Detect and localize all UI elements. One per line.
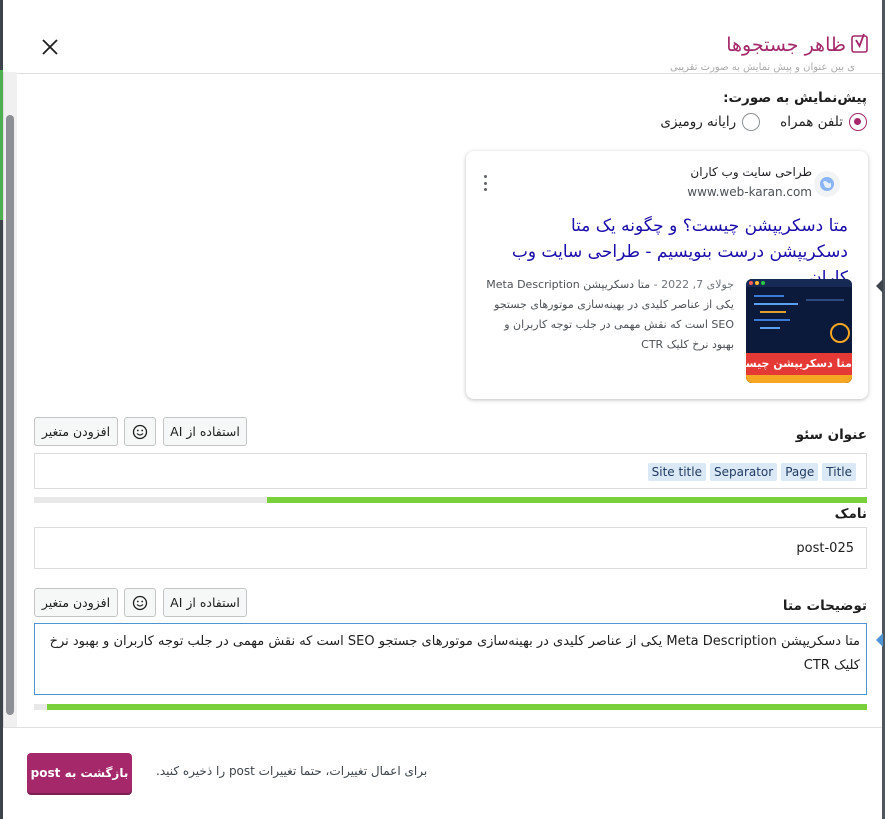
meta-description-progress-bar bbox=[34, 704, 867, 710]
meta-description-add-variable-button[interactable]: افزودن متغیر bbox=[34, 588, 118, 617]
meta-focus-arrow bbox=[876, 633, 883, 647]
faded-hint-text: ی بین عنوان و پیش نمایش به صورت تقریبی bbox=[669, 62, 855, 73]
radio-mobile-label[interactable]: تلفن همراه bbox=[780, 114, 843, 130]
yoast-logo-icon bbox=[851, 33, 868, 53]
meta-description-value: متا دسکریپشن Meta Description یکی از عنا… bbox=[49, 634, 860, 673]
slug-value: post-025 bbox=[796, 541, 854, 556]
radio-desktop-button[interactable] bbox=[742, 113, 761, 131]
return-to-post-button[interactable]: بازگشت به post bbox=[27, 753, 132, 793]
meta-description-use-ai-button[interactable]: استفاده از AI bbox=[163, 588, 247, 617]
slug-input[interactable]: post-025 bbox=[34, 527, 867, 569]
snippet-site-name: طراحی سایت وب کاران bbox=[690, 165, 812, 179]
seo-title-label: عنوان سئو bbox=[795, 427, 867, 443]
snippet-thumbnail: متا دسکریپشن چیست؟ bbox=[746, 279, 852, 383]
meta-description-emoji-button[interactable] bbox=[124, 588, 156, 617]
smiley-icon bbox=[132, 595, 148, 610]
modal-footer: بازگشت به post برای اعمال تغییرات، حتما … bbox=[3, 727, 882, 819]
seo-title-pills: Title Page Separator Site title bbox=[647, 463, 856, 481]
scrollbar-thumb[interactable] bbox=[6, 115, 14, 715]
right-edge-arrow bbox=[876, 279, 883, 293]
preview-mode-radio-group: تلفن همراه رایانه رومیزی bbox=[646, 113, 867, 131]
modal-title: ظاهر جستجوها bbox=[726, 34, 846, 56]
seo-title-progress-fill bbox=[267, 497, 867, 503]
snippet-thumbnail-caption: متا دسکریپشن چیست؟ bbox=[746, 357, 852, 370]
snippet-site-url: www.web-karan.com bbox=[687, 185, 812, 199]
globe-icon bbox=[814, 171, 840, 197]
seo-title-use-ai-button[interactable]: استفاده از AI bbox=[163, 417, 247, 446]
google-preview-card: طراحی سایت وب کاران www.web-karan.com مت… bbox=[466, 151, 868, 399]
radio-desktop-label[interactable]: رایانه رومیزی bbox=[660, 114, 736, 130]
slug-label: نامک bbox=[834, 506, 867, 522]
pill-title[interactable]: Title bbox=[822, 463, 856, 481]
radio-mobile[interactable]: تلفن همراه bbox=[780, 113, 867, 131]
snippet-description-block: جولای 7, 2022 - متا دسکریپشن Meta Descri… bbox=[484, 275, 734, 355]
snippet-date: جولای 7, 2022 bbox=[661, 278, 734, 291]
pill-separator[interactable]: Separator bbox=[709, 463, 778, 481]
meta-description-label: توضیحات متا bbox=[782, 598, 867, 614]
preview-mode-label: پیش‌نمایش به صورت: bbox=[723, 90, 867, 106]
smiley-icon bbox=[132, 424, 148, 439]
pill-site-title[interactable]: Site title bbox=[647, 463, 706, 481]
seo-title-add-variable-button[interactable]: افزودن متغیر bbox=[34, 417, 118, 446]
pill-page[interactable]: Page bbox=[781, 463, 819, 481]
more-options-icon[interactable] bbox=[480, 175, 490, 191]
seo-title-input[interactable]: Title Page Separator Site title bbox=[34, 453, 867, 489]
meta-description-progress-fill bbox=[46, 704, 867, 710]
radio-desktop[interactable]: رایانه رومیزی bbox=[660, 113, 761, 131]
seo-title-emoji-button[interactable] bbox=[124, 417, 156, 446]
close-icon[interactable] bbox=[39, 36, 61, 58]
snippet-date-separator: - bbox=[653, 278, 658, 291]
radio-mobile-button[interactable] bbox=[849, 113, 867, 131]
footer-save-note: برای اعمال تغییرات، حتما تغییرات post را… bbox=[156, 764, 428, 778]
meta-description-input[interactable]: متا دسکریپشن Meta Description یکی از عنا… bbox=[34, 623, 867, 695]
seo-title-progress-bar bbox=[34, 497, 867, 503]
